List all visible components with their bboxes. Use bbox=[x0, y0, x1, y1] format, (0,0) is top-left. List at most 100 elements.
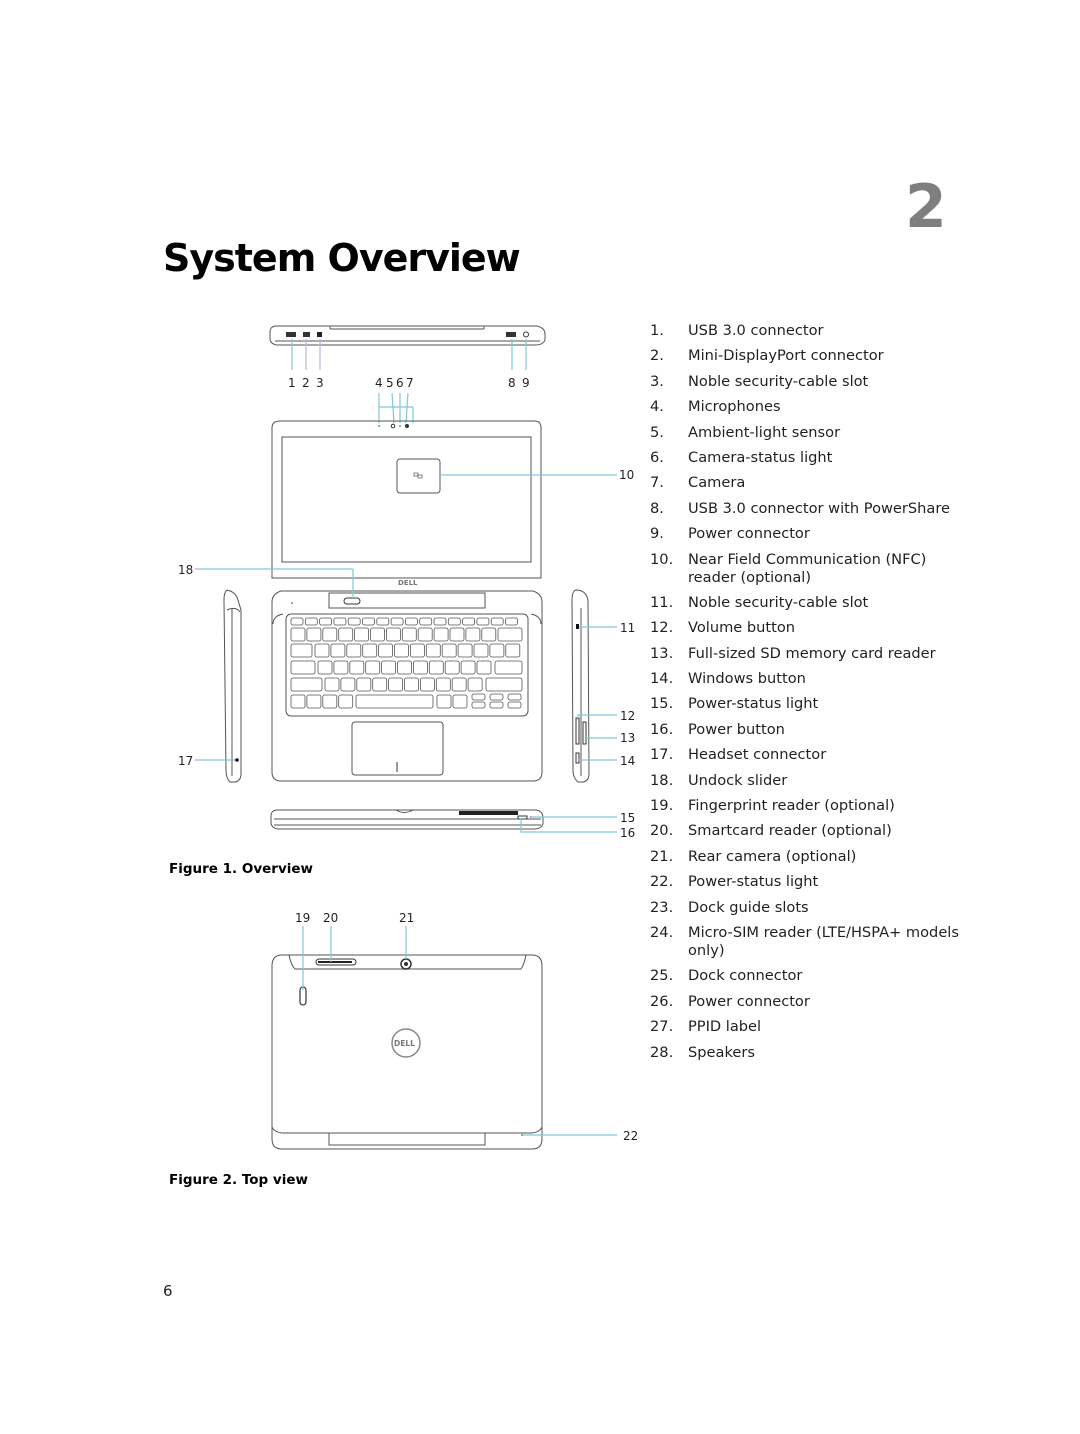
keyboard-key bbox=[471, 693, 486, 701]
legend-item-number: 2. bbox=[650, 347, 664, 365]
legend-item-number: 16. bbox=[650, 720, 674, 738]
keyboard-key bbox=[425, 643, 441, 658]
keyboard-key bbox=[306, 627, 322, 642]
callout-4: 4 bbox=[375, 376, 383, 390]
keyboard-key bbox=[322, 627, 338, 642]
legend-item-label: Volume button bbox=[688, 619, 796, 637]
figure-1-display: 10 DELL bbox=[271, 420, 634, 587]
legend-item: 26. Power connector bbox=[650, 993, 960, 1011]
keyboard-key bbox=[494, 660, 523, 675]
callout-7: 7 bbox=[406, 376, 414, 390]
keyboard-key bbox=[370, 627, 385, 642]
callout-11: 11 bbox=[620, 621, 635, 635]
power-status-light-rear-icon bbox=[521, 1134, 523, 1136]
legend-item-number: 12. bbox=[650, 619, 674, 637]
keyboard-key bbox=[465, 627, 481, 642]
legend-item-label: Dock connector bbox=[688, 967, 803, 985]
legend-item: 21. Rear camera (optional) bbox=[650, 848, 960, 866]
legend-item-number: 5. bbox=[650, 423, 664, 441]
legend-item-number: 22. bbox=[650, 873, 674, 891]
legend-item: 7. Camera bbox=[650, 474, 960, 492]
legend-item-label: Power connector bbox=[688, 992, 810, 1010]
keyboard-key bbox=[290, 660, 316, 675]
undock-slider-icon bbox=[343, 597, 361, 605]
figure-1-keyboard-base: 18 bbox=[178, 563, 543, 782]
keyboard-key bbox=[409, 643, 425, 658]
legend-item: 27. PPID label bbox=[650, 1018, 960, 1036]
keyboard-key bbox=[490, 617, 504, 626]
keyboard-key bbox=[338, 627, 354, 642]
keyboard-key bbox=[507, 693, 522, 701]
callout-5: 5 bbox=[386, 376, 394, 390]
keyboard-key bbox=[428, 660, 444, 675]
keyboard-key bbox=[349, 660, 365, 675]
nfc-reader-area bbox=[396, 458, 441, 494]
legend-item: 22. Power-status light bbox=[650, 873, 960, 891]
keyboard-key bbox=[378, 643, 394, 658]
keyboard-key bbox=[449, 627, 465, 642]
keyboard-key bbox=[471, 701, 486, 709]
component-legend: 1. USB 3.0 connector 2. Mini-DisplayPort co… bbox=[650, 322, 960, 1069]
keyboard-key bbox=[347, 617, 361, 626]
keyboard-key bbox=[356, 677, 372, 692]
legend-item-number: 1. bbox=[650, 322, 664, 339]
keyboard-key bbox=[333, 617, 347, 626]
legend-item: 25. Dock connector bbox=[650, 967, 960, 985]
legend-item: 13. Full-sized SD memory card reader bbox=[650, 645, 960, 663]
keyboard-key bbox=[417, 627, 433, 642]
keyboard-key bbox=[433, 617, 447, 626]
keyboard-key bbox=[404, 677, 419, 692]
legend-item-number: 15. bbox=[650, 695, 674, 713]
legend-item-label: Noble security-cable slot bbox=[688, 372, 869, 390]
legend-item-number: 18. bbox=[650, 771, 674, 789]
keyboard-key bbox=[433, 627, 449, 642]
keyboard-key bbox=[419, 617, 433, 626]
callout-18: 18 bbox=[178, 563, 193, 577]
keyboard-key bbox=[447, 617, 461, 626]
keyboard-key bbox=[322, 694, 338, 709]
callout-2: 2 bbox=[302, 376, 310, 390]
legend-item: 23. Dock guide slots bbox=[650, 899, 960, 917]
camera-icon bbox=[405, 424, 409, 428]
keyboard-key bbox=[355, 694, 434, 709]
legend-item-number: 7. bbox=[650, 474, 664, 492]
keyboard-key bbox=[290, 677, 323, 692]
legend-item-number: 4. bbox=[650, 398, 664, 416]
legend-item-label: Micro-SIM reader (LTE/HSPA+ models only) bbox=[688, 923, 959, 959]
legend-item: 10. Near Field Communication (NFC) reader… bbox=[650, 551, 960, 587]
keyboard-key bbox=[330, 643, 346, 658]
keyboard-key bbox=[381, 660, 397, 675]
keyboard-key bbox=[314, 643, 330, 658]
keyboard-key bbox=[354, 627, 370, 642]
keyboard-key bbox=[290, 694, 306, 709]
keyboard-key bbox=[333, 660, 349, 675]
keyboard-key bbox=[385, 627, 401, 642]
dell-logo-rear: DELL bbox=[394, 1039, 415, 1048]
legend-item-number: 3. bbox=[650, 372, 664, 390]
legend-item-label: PPID label bbox=[688, 1018, 762, 1036]
callout-14: 14 bbox=[620, 754, 635, 768]
callout-16: 16 bbox=[620, 826, 635, 840]
legend-item-number: 10. bbox=[650, 550, 674, 568]
keyboard-key bbox=[505, 643, 521, 658]
keyboard-key bbox=[338, 694, 354, 709]
keyboard-key bbox=[388, 677, 404, 692]
legend-item: 24. Micro-SIM reader (LTE/HSPA+ models on… bbox=[650, 924, 960, 960]
legend-item-label: Power-status light bbox=[688, 873, 819, 891]
legend-item-label: Noble security-cable slot bbox=[688, 593, 869, 611]
keyboard-key bbox=[372, 677, 388, 692]
legend-item-label: Dock guide slots bbox=[688, 898, 809, 916]
camera-leaders bbox=[378, 392, 414, 424]
dell-logo-bezel: DELL bbox=[398, 579, 418, 587]
keyboard-key bbox=[306, 694, 322, 709]
keyboard-key bbox=[290, 617, 304, 626]
callout-21: 21 bbox=[399, 911, 414, 925]
figure-1-left-side-view: 17 bbox=[178, 589, 242, 783]
legend-item: 4. Microphones bbox=[650, 398, 960, 416]
legend-item-label: Power-status light bbox=[688, 695, 819, 713]
figure-2-top-view: DELL 19 20 21 22 bbox=[271, 911, 638, 1150]
keyboard-key bbox=[346, 643, 362, 658]
legend-item-number: 14. bbox=[650, 670, 674, 688]
callout-6: 6 bbox=[396, 376, 404, 390]
keyboard-key bbox=[394, 643, 409, 658]
